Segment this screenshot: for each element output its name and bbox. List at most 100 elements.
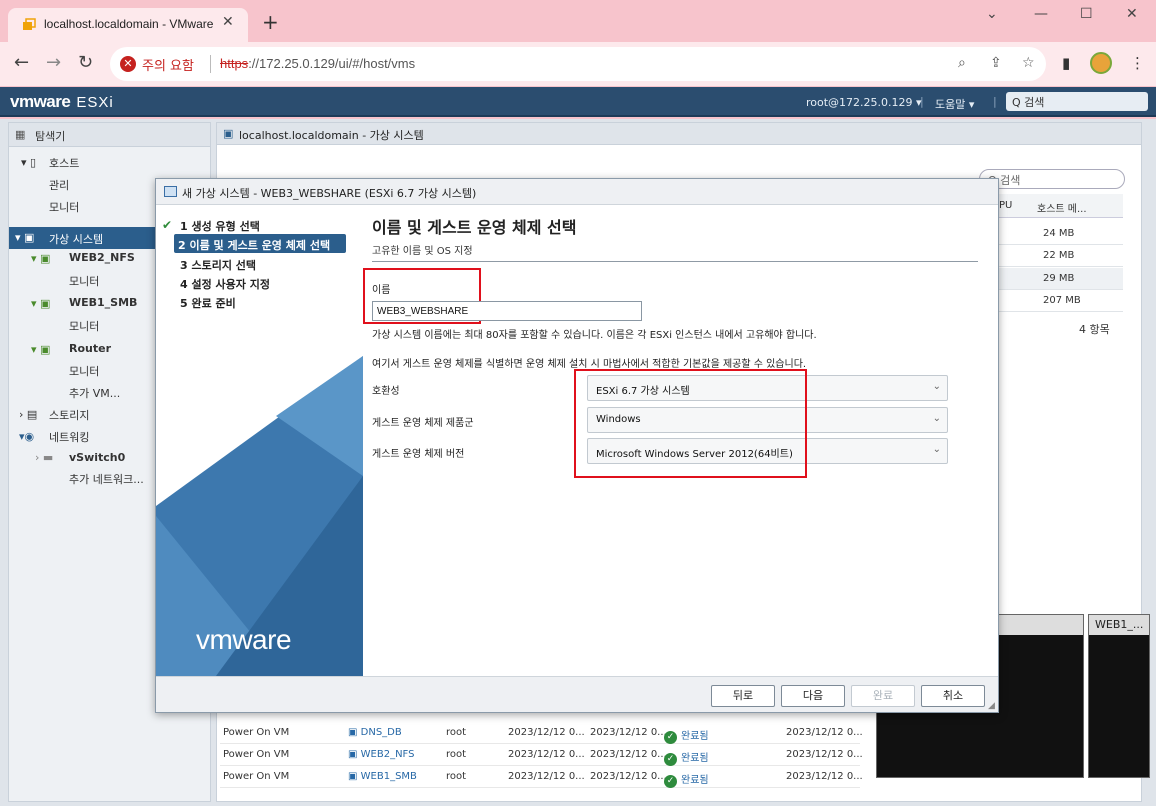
vmware-logo: vmware ESXi [10, 92, 114, 111]
nav-item-monitor[interactable]: 모니터 [49, 199, 79, 215]
close-window-button[interactable]: ✕ [1126, 6, 1138, 22]
wizard-step-2-active[interactable]: 2 이름 및 게스트 운영 체제 선택 [174, 234, 346, 253]
check-icon: ✓ [664, 753, 677, 766]
console-thumbnail[interactable]: WEB1_... [1088, 614, 1150, 778]
vm-group-icon: ▾ ▣ [15, 231, 35, 244]
bookmark-star-icon[interactable]: ☆ [1022, 55, 1035, 71]
vm-icon: ▾ ▣ [31, 343, 51, 356]
task-started: 2023/12/12 0... [590, 749, 667, 760]
task-queued: 2023/12/12 0... [508, 749, 585, 760]
browser-menu-icon[interactable]: ⋮ [1130, 54, 1145, 72]
network-icon: ▾◉ [19, 430, 35, 443]
content-header: ▣ localhost.localdomain - 가상 시스템 [217, 123, 1141, 145]
table-row[interactable]: 207 MB [997, 290, 1123, 312]
col-host-memory[interactable]: 호스트 메... [1037, 200, 1087, 215]
task-user: root [446, 771, 467, 782]
task-completed: 2023/12/12 0... [786, 727, 863, 738]
task-row[interactable]: Power On VM ▣ DNS_DB root 2023/12/12 0..… [220, 722, 863, 744]
os-hint: 여기서 게스트 운영 체제를 식별하면 운영 체제 설치 시 마법사에서 적합한… [372, 359, 807, 370]
check-icon: ✓ [664, 731, 677, 744]
back-button[interactable]: 뒤로 [711, 685, 775, 707]
url-text[interactable]: https://172.25.0.129/ui/#/host/vms [220, 56, 415, 71]
name-label: 이름 [372, 285, 391, 296]
browser-tab-bar: localhost.localdomain - VMware ✕ + ⌄ — ☐… [0, 0, 1156, 42]
wizard-title: 새 가상 시스템 - WEB3_WEBSHARE (ESXi 6.7 가상 시스… [156, 179, 998, 205]
task-started: 2023/12/12 0... [590, 727, 667, 738]
wizard-step-3[interactable]: 3 스토리지 선택 [180, 257, 256, 273]
vm-name-input[interactable] [372, 301, 642, 321]
not-secure-icon[interactable]: ✕ [120, 56, 136, 72]
side-panel-icon[interactable]: ▮ [1062, 54, 1070, 72]
nav-item-more-vms[interactable]: 추가 VM... [69, 385, 120, 401]
finish-button[interactable]: 완료 [851, 685, 915, 707]
url-protocol: https [220, 56, 249, 71]
navigator-title: 탐색기 [35, 130, 66, 143]
nav-item-host[interactable]: 호스트 [49, 155, 79, 171]
zoom-icon[interactable]: ⌕ [958, 55, 966, 71]
task-target[interactable]: WEB2_NFS [361, 749, 415, 760]
help-menu[interactable]: 도움말 ▾ [935, 96, 974, 112]
memory-value: 207 MB [1043, 295, 1081, 306]
task-target[interactable]: DNS_DB [361, 727, 402, 738]
nav-item-router-monitor[interactable]: 모니터 [69, 363, 99, 379]
tab-search-chevron-icon[interactable]: ⌄ [986, 6, 998, 22]
table-row[interactable]: 29 MB [997, 268, 1123, 290]
task-user: root [446, 749, 467, 760]
task-row[interactable]: Power On VM ▣ WEB1_SMB root 2023/12/12 0… [220, 766, 863, 788]
item-count: 4 항목 [1079, 323, 1110, 336]
nav-item-vswitch0[interactable]: vSwitch0 [69, 451, 125, 464]
new-tab-button[interactable]: + [262, 12, 279, 32]
table-row[interactable]: 24 MB [997, 223, 1123, 245]
global-search-input[interactable]: Q 검색 [1006, 92, 1148, 111]
task-queued: 2023/12/12 0... [508, 771, 585, 782]
new-vm-wizard: 새 가상 시스템 - WEB3_WEBSHARE (ESXi 6.7 가상 시스… [155, 178, 999, 713]
minimize-button[interactable]: — [1034, 6, 1048, 22]
chevron-down-icon: ⌄ [932, 413, 941, 424]
nav-item-web1-monitor[interactable]: 모니터 [69, 318, 99, 334]
wizard-step-4[interactable]: 4 설정 사용자 지정 [180, 276, 270, 292]
nav-item-more-networks[interactable]: 추가 네트워크... [69, 471, 144, 487]
task-row[interactable]: Power On VM ▣ WEB2_NFS root 2023/12/12 0… [220, 744, 863, 766]
url-path: ://172.25.0.129/ui/#/host/vms [248, 56, 416, 71]
esxi-header: vmware ESXi root@172.25.0.129 ▾ | 도움말 ▾ |… [0, 87, 1156, 117]
os-highlight-box [574, 369, 807, 478]
nav-item-web2-nfs[interactable]: WEB2_NFS [69, 251, 135, 264]
nav-item-networking[interactable]: 네트워킹 [49, 429, 89, 445]
nav-item-storage[interactable]: 스토리지 [49, 407, 89, 423]
user-menu[interactable]: root@172.25.0.129 ▾ [806, 96, 922, 109]
task-completed: 2023/12/12 0... [786, 771, 863, 782]
next-button[interactable]: 다음 [781, 685, 845, 707]
nav-item-label: 가상 시스템 [49, 233, 104, 246]
vm-icon: ▾ ▣ [31, 252, 51, 265]
wizard-step-1[interactable]: 1 생성 유형 선택 [180, 218, 260, 234]
storage-icon: › ▤ [19, 408, 38, 421]
table-row[interactable]: 22 MB [997, 245, 1123, 267]
host-toggle-icon[interactable]: ▾ ▯ [21, 156, 36, 169]
profile-avatar[interactable] [1090, 52, 1112, 74]
vm-search-input[interactable]: Q 검색 [979, 169, 1125, 189]
task-target[interactable]: WEB1_SMB [361, 771, 417, 782]
address-bar[interactable]: ✕ 주의 요함 https://172.25.0.129/ui/#/host/v… [110, 47, 1046, 81]
task-name: Power On VM [223, 727, 290, 738]
nav-item-manage[interactable]: 관리 [49, 177, 69, 193]
nav-item-router[interactable]: Router [69, 342, 111, 355]
nav-item-web1-smb[interactable]: WEB1_SMB [69, 296, 137, 309]
forward-arrow-icon[interactable]: → [46, 52, 61, 73]
vm-icon: ▣ [348, 771, 361, 782]
cancel-button[interactable]: 취소 [921, 685, 985, 707]
browser-tab[interactable]: localhost.localdomain - VMware ✕ [8, 8, 248, 42]
memory-value: 22 MB [1043, 250, 1075, 261]
task-name: Power On VM [223, 749, 290, 760]
share-icon[interactable]: ⇪ [990, 55, 1002, 71]
maximize-button[interactable]: ☐ [1080, 6, 1093, 22]
back-arrow-icon[interactable]: ← [14, 52, 29, 73]
tab-close-icon[interactable]: ✕ [222, 14, 234, 30]
content-title: localhost.localdomain - 가상 시스템 [239, 129, 424, 142]
os-family-label: 게스트 운영 체제 제품군 [372, 418, 474, 429]
resize-grip-icon[interactable]: ◢ [988, 701, 995, 711]
nav-item-web2-monitor[interactable]: 모니터 [69, 273, 99, 289]
col-cpu[interactable]: PU [999, 200, 1012, 211]
wizard-step-5[interactable]: 5 완료 준비 [180, 295, 236, 311]
security-warning-label[interactable]: 주의 요함 [142, 55, 194, 74]
reload-icon[interactable]: ↻ [78, 52, 93, 73]
